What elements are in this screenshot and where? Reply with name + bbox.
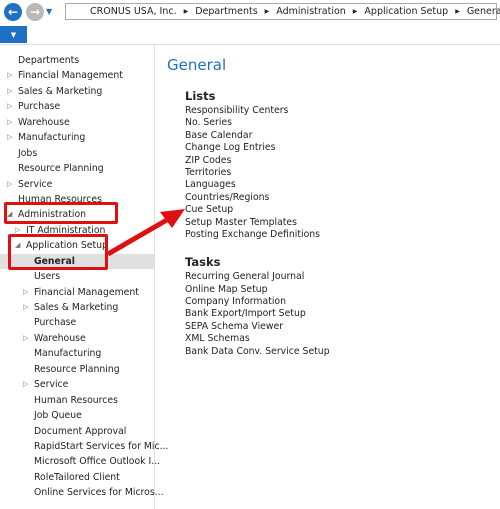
annotation-arrow [106, 209, 185, 257]
arrow-shaft [106, 214, 174, 257]
arrow-head [160, 209, 185, 228]
